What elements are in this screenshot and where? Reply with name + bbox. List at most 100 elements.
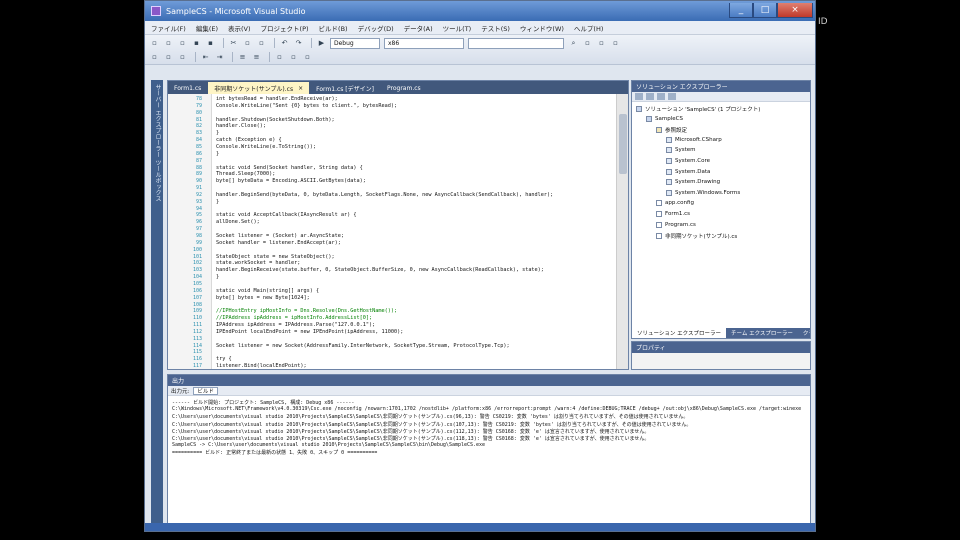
toolbox-icon[interactable]: ▫ [610,38,621,49]
tree-item-label: Program.cs [665,221,696,228]
editor-tab-label: Program.cs [387,84,421,92]
output-line: C:\Users\user\documents\visual studio 20… [172,414,689,421]
line-number: 97 [195,226,202,233]
tree-item[interactable]: Program.cs [656,221,696,228]
parameter-info-icon[interactable]: ▫ [163,52,174,63]
panel-tab[interactable]: ソリューション エクスプローラー [632,328,726,338]
tree-item[interactable]: Microsoft.CSharp [666,136,722,143]
minimize-button[interactable]: _ [729,3,753,18]
output-source-combo[interactable]: ビルド [193,386,218,395]
scrollbar-thumb[interactable] [619,114,627,174]
editor-vertical-scrollbar[interactable] [616,94,628,369]
tree-item-label: app.config [665,200,694,207]
uncomment-icon[interactable]: ≡ [251,52,262,63]
editor-tab[interactable]: Form1.cs [168,82,207,94]
save-icon[interactable]: ▪ [191,38,202,49]
menu-item[interactable]: ファイル(F) [151,23,186,33]
ref-icon [666,179,672,186]
refresh-icon[interactable] [657,93,665,100]
ref-icon [666,158,672,164]
new-project-icon[interactable]: ▫ [149,38,160,49]
menu-item[interactable]: ツール(T) [443,23,472,33]
code-line: } [216,198,220,205]
redo-icon[interactable]: ↷ [293,38,304,49]
indent-icon[interactable]: ⇥ [214,52,225,63]
line-number: 104 [192,274,202,281]
line-number: 108 [192,301,202,308]
line-number: 109 [192,308,202,315]
editor-tab-label: Form1.cs [デザイン] [316,85,374,93]
undo-icon[interactable]: ↶ [279,38,290,49]
previous-bookmark-icon[interactable]: ▫ [288,52,299,63]
editor-tab[interactable]: 非同期ソケット(サンプル).cs × [208,82,310,94]
editor-tab[interactable]: Form1.cs [デザイン] [310,82,380,94]
tree-item[interactable]: System.Drawing [666,179,720,186]
folder-icon [656,127,662,134]
close-tab-icon[interactable]: × [298,85,303,92]
start-debugging-icon[interactable]: ▶ [316,38,327,49]
tree-item[interactable]: Form1.cs [656,211,690,217]
code-line: } [216,150,220,157]
panel-tab[interactable]: クラス ビュー [798,328,810,338]
tree-item[interactable]: 非同期ソケット(サンプル).cs [656,232,737,240]
menu-item[interactable]: プロジェクト(P) [261,23,309,33]
menu-item[interactable]: 編集(E) [196,23,218,33]
maximize-button[interactable]: □ [753,3,777,18]
file-icon [656,221,662,228]
tree-item[interactable]: SampleCS [646,115,683,122]
title-bar[interactable]: SampleCS - Microsoft Visual Studio _ □ × [145,1,815,21]
code-area[interactable]: 78 79 80 81 82 83 84 85 86 87 88 89 90 91 92 93 94 95 96 97… [168,94,616,369]
menu-item[interactable]: ビルド(B) [319,23,348,33]
menu-item[interactable]: ヘルプ(H) [574,23,603,33]
code-line: Socket handler = listener.EndAccept(ar); [216,239,341,246]
find-icon[interactable]: ⌕ [568,38,579,49]
toolbar-separator [223,38,224,48]
toolbar-separator [232,52,233,62]
tree-item[interactable]: ソリューション 'SampleCS' (1 プロジェクト) [636,105,760,113]
properties-icon[interactable]: ▫ [596,38,607,49]
tree-item[interactable]: System.Windows.Forms [666,189,740,196]
next-bookmark-icon[interactable]: ▫ [302,52,313,63]
ref-icon [666,168,672,175]
panel-tab[interactable]: チーム エクスプローラー [726,328,798,338]
code-line: IPAddress ipAddress = IPAddress.Parse("1… [216,322,376,329]
save-all-icon[interactable]: ▪ [205,38,216,49]
menu-item[interactable]: テスト(S) [481,23,510,33]
tree-item[interactable]: System.Data [666,168,710,175]
solution-explorer-icon[interactable]: ▫ [582,38,593,49]
output-line: ------ ビルド開始: プロジェクト: SampleCS, 構成: Debu… [172,400,355,406]
bookmark-icon[interactable]: ▫ [274,52,285,63]
line-number: 105 [192,280,202,287]
menu-item[interactable]: ウィンドウ(W) [520,23,564,33]
tree-item[interactable]: 参照設定 [656,126,687,134]
quick-info-icon[interactable]: ▫ [177,52,188,63]
find-combo[interactable] [468,37,564,49]
menu-item[interactable]: 表示(V) [228,23,251,33]
line-number: 84 [195,137,202,144]
left-tool-strip[interactable]: サーバー エクスプローラー ツールボックス [151,80,163,524]
platform-combo[interactable]: x86 [384,37,464,49]
copy-icon[interactable]: ▫ [242,38,253,49]
line-number: 110 [192,315,202,322]
paste-icon[interactable]: ▫ [256,38,267,49]
tree-item[interactable]: System [666,147,696,154]
menu-item[interactable]: データ(A) [404,23,433,33]
view-code-icon[interactable] [668,93,676,100]
member-list-icon[interactable]: ▫ [149,52,160,63]
open-file-icon[interactable]: ▫ [177,38,188,49]
show-output-from-label: 出力元: [171,388,190,395]
tree-item[interactable]: System.Core [666,158,710,164]
configuration-combo[interactable]: Debug [330,37,380,49]
editor-tab[interactable]: Program.cs [381,82,427,94]
tree-item-label: SampleCS [655,115,683,122]
comment-out-icon[interactable]: ≡ [237,52,248,63]
outdent-icon[interactable]: ⇤ [200,52,211,63]
properties-icon[interactable] [635,93,643,100]
cut-icon[interactable]: ✂ [228,38,239,49]
tree-item[interactable]: app.config [656,200,694,207]
menu-item[interactable]: デバッグ(D) [358,23,394,33]
show-all-files-icon[interactable] [646,93,654,100]
close-button[interactable]: × [777,3,813,18]
add-item-icon[interactable]: ▫ [163,38,174,49]
window-title: SampleCS - Microsoft Visual Studio [166,6,306,16]
